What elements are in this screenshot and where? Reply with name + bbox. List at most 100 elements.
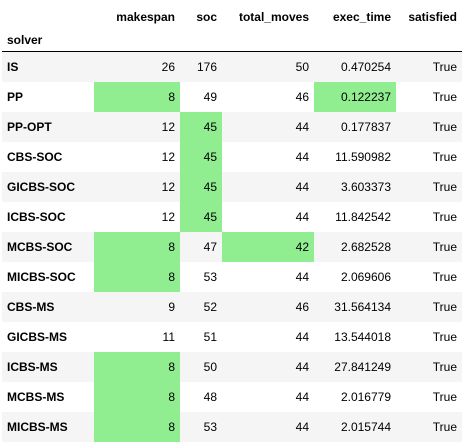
cell-makespan: 12 — [161, 210, 175, 224]
cell-exec-time: 0.122237 — [314, 82, 396, 112]
column-header-total-moves: total_moves — [238, 10, 309, 24]
cell-satisfied: True — [432, 60, 457, 74]
cell-makespan: 8 — [94, 232, 180, 262]
row-label-solver: GICBS-MS — [7, 330, 67, 344]
cell-soc: 45 — [180, 172, 222, 202]
cell-exec-time: 13.544018 — [334, 330, 391, 344]
row-label-solver: PP-OPT — [7, 120, 52, 134]
table-row: ICBS-SOC 12 45 44 11.842542 True — [2, 202, 462, 232]
table-row: PP 8 49 46 0.122237 True — [2, 82, 462, 112]
table-header: makespan soc total_moves exec_time satis… — [2, 0, 462, 52]
cell-makespan: 9 — [168, 300, 175, 314]
row-label-solver: PP — [7, 90, 24, 104]
cell-soc: 53 — [203, 420, 217, 434]
table-row: MCBS-SOC 8 47 42 2.682528 True — [2, 232, 462, 262]
cell-exec-time: 0.177837 — [340, 120, 391, 134]
column-header-soc: soc — [196, 10, 217, 24]
table-row: MICBS-MS 8 53 44 2.015744 True — [2, 412, 462, 442]
cell-soc: 48 — [203, 390, 217, 404]
cell-makespan: 8 — [94, 412, 180, 442]
cell-soc: 51 — [203, 330, 217, 344]
cell-exec-time: 11.842542 — [335, 210, 391, 224]
cell-exec-time: 31.564134 — [334, 300, 391, 314]
cell-makespan: 8 — [94, 262, 180, 292]
cell-total-moves: 44 — [295, 270, 309, 284]
column-header-exec-time: exec_time — [332, 10, 391, 24]
cell-total-moves: 44 — [295, 210, 309, 224]
row-label-solver: GICBS-SOC — [7, 180, 76, 194]
cell-satisfied: True — [432, 90, 457, 104]
cell-exec-time: 2.682528 — [340, 240, 391, 254]
table-row: GICBS-MS 11 51 44 13.544018 True — [2, 322, 462, 352]
cell-total-moves: 46 — [295, 300, 309, 314]
cell-exec-time: 27.841249 — [334, 360, 391, 374]
cell-satisfied: True — [432, 420, 457, 434]
cell-soc: 45 — [180, 142, 222, 172]
table-body: IS 26 176 50 0.470254 True PP 8 49 46 0.122237 True… — [2, 51, 462, 442]
row-label-solver: ICBS-SOC — [7, 210, 66, 224]
cell-makespan: 8 — [94, 82, 180, 112]
table-row: PP-OPT 12 45 44 0.177837 True — [2, 112, 462, 142]
table-row: MICBS-SOC 8 53 44 2.069606 True — [2, 262, 462, 292]
cell-total-moves: 44 — [295, 420, 309, 434]
cell-soc: 49 — [203, 90, 217, 104]
cell-total-moves: 44 — [295, 180, 309, 194]
cell-satisfied: True — [432, 270, 457, 284]
table-row: MCBS-MS 8 48 44 2.016779 True — [2, 382, 462, 412]
row-label-solver: MICBS-MS — [7, 420, 68, 434]
cell-total-moves: 44 — [295, 390, 309, 404]
results-dataframe: makespan soc total_moves exec_time satis… — [2, 0, 462, 442]
cell-satisfied: True — [432, 360, 457, 374]
cell-soc: 52 — [203, 300, 217, 314]
cell-exec-time: 0.470254 — [340, 60, 391, 74]
table-row: CBS-SOC 12 45 44 11.590982 True — [2, 142, 462, 172]
cell-exec-time: 2.015744 — [340, 420, 391, 434]
cell-total-moves: 42 — [222, 232, 314, 262]
cell-satisfied: True — [432, 300, 457, 314]
column-header-satisfied: satisfied — [408, 10, 457, 24]
index-name-row: solver — [2, 28, 462, 52]
cell-makespan: 12 — [161, 180, 175, 194]
row-label-solver: MICBS-SOC — [7, 270, 76, 284]
column-header-makespan: makespan — [116, 10, 175, 24]
cell-soc: 45 — [180, 202, 222, 232]
row-label-solver: IS — [7, 60, 19, 74]
cell-soc: 45 — [180, 112, 222, 142]
cell-soc: 47 — [203, 240, 217, 254]
cell-exec-time: 2.069606 — [340, 270, 391, 284]
row-label-solver: CBS-MS — [7, 300, 55, 314]
cell-makespan: 11 — [162, 330, 175, 344]
cell-total-moves: 44 — [295, 330, 309, 344]
cell-satisfied: True — [432, 180, 457, 194]
cell-satisfied: True — [432, 330, 457, 344]
cell-exec-time: 3.603373 — [340, 180, 391, 194]
row-label-solver: MCBS-SOC — [7, 240, 73, 254]
table-row: CBS-MS 9 52 46 31.564134 True — [2, 292, 462, 322]
cell-exec-time: 11.590982 — [335, 150, 391, 164]
row-label-solver: ICBS-MS — [7, 360, 58, 374]
cell-satisfied: True — [432, 120, 457, 134]
cell-makespan: 12 — [161, 150, 175, 164]
cell-makespan: 26 — [161, 60, 175, 74]
table-row: IS 26 176 50 0.470254 True — [2, 51, 462, 82]
cell-satisfied: True — [432, 240, 457, 254]
table-row: GICBS-SOC 12 45 44 3.603373 True — [2, 172, 462, 202]
index-name-label: solver — [2, 28, 94, 52]
cell-soc: 53 — [203, 270, 217, 284]
cell-total-moves: 44 — [295, 120, 309, 134]
cell-satisfied: True — [432, 210, 457, 224]
cell-makespan: 12 — [161, 120, 175, 134]
column-header-row: makespan soc total_moves exec_time satis… — [2, 0, 462, 28]
row-label-solver: MCBS-MS — [7, 390, 65, 404]
cell-total-moves: 44 — [295, 150, 309, 164]
table-row: ICBS-MS 8 50 44 27.841249 True — [2, 352, 462, 382]
cell-satisfied: True — [432, 390, 457, 404]
cell-total-moves: 44 — [295, 360, 309, 374]
cell-total-moves: 46 — [295, 90, 309, 104]
cell-makespan: 8 — [94, 352, 180, 382]
cell-makespan: 8 — [94, 382, 180, 412]
cell-exec-time: 2.016779 — [340, 390, 391, 404]
cell-soc: 50 — [203, 360, 217, 374]
cell-total-moves: 50 — [295, 60, 309, 74]
corner-cell — [2, 0, 94, 28]
